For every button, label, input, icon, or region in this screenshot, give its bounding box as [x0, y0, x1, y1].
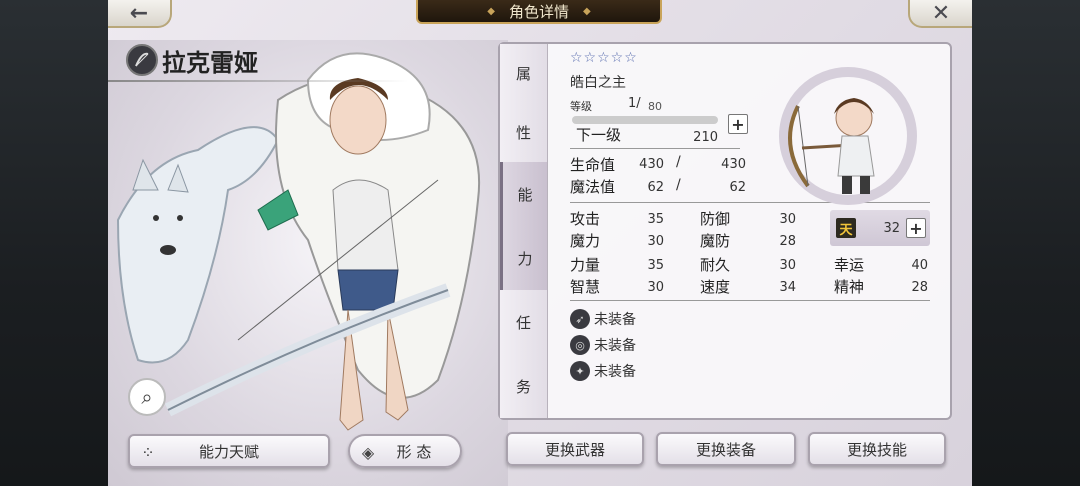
- divider: [570, 300, 930, 301]
- defense-label: 防御: [700, 210, 731, 228]
- form-crystal-icon: ◈: [361, 442, 375, 462]
- change-skill-button[interactable]: 更换技能: [808, 432, 946, 466]
- magnifier-icon: ⌕: [141, 385, 153, 409]
- tab-abilities-char-2: 力: [517, 249, 533, 268]
- tab-attributes-char-1: 属: [515, 65, 531, 83]
- change-equip-button[interactable]: 更换装备: [656, 432, 796, 466]
- heaven-plus-button[interactable]: +: [906, 218, 926, 238]
- endure-value: 30: [779, 258, 796, 273]
- attack-value: 35: [647, 212, 664, 227]
- level-up-plus-button[interactable]: +: [728, 114, 748, 134]
- spirit-label: 精神: [834, 278, 865, 296]
- left-backdrop: [0, 0, 108, 486]
- speed-value: 34: [779, 280, 796, 295]
- magic-label: 魔力: [570, 232, 601, 250]
- level-max: 80: [648, 100, 662, 113]
- str-value: 35: [647, 258, 664, 273]
- equip-slot-label: 未装备: [594, 338, 636, 354]
- equip-slot-gem[interactable]: ✦ 未装备: [570, 360, 636, 382]
- bow-class-icon: [126, 44, 158, 76]
- ornament-right-icon: ◆: [583, 5, 591, 17]
- hp-value: 430: [639, 157, 664, 172]
- bow-slot-icon: ➶: [570, 309, 590, 329]
- character-info-panel: 属 性 能 力 任 务 ☆☆☆☆☆ 皓白之主 等级 1/ 80 + 下一级 21…: [498, 42, 952, 420]
- str-label: 力量: [570, 256, 601, 274]
- talent-button[interactable]: ⁘ 能力天赋: [128, 434, 330, 468]
- equip-slot-weapon[interactable]: ➶ 未装备: [570, 308, 636, 330]
- zoom-button[interactable]: ⌕: [128, 378, 166, 416]
- mdef-label: 魔防: [700, 232, 731, 250]
- luck-label: 幸运: [834, 256, 865, 274]
- level-value: 1/: [628, 96, 641, 111]
- wis-label: 智慧: [570, 278, 601, 296]
- talent-button-label: 能力天赋: [198, 442, 259, 461]
- level-label: 等级: [570, 100, 592, 113]
- hp-label: 生命值: [570, 156, 616, 174]
- character-artwork: [108, 40, 508, 486]
- next-level-label: 下一级: [576, 126, 622, 144]
- back-arrow-icon: ←: [129, 0, 149, 26]
- attack-label: 攻击: [570, 210, 601, 228]
- plus-icon: +: [731, 114, 745, 134]
- page-title-bar: ◆ 角色详情 ◆: [416, 0, 662, 24]
- change-weapon-label: 更换武器: [544, 440, 605, 459]
- tab-attributes[interactable]: 属 性: [500, 44, 548, 162]
- character-name: 拉克雷娅: [162, 48, 258, 77]
- heroine-illustration: [257, 52, 481, 431]
- plus-icon: +: [909, 218, 923, 238]
- tab-missions-char-1: 任: [515, 313, 531, 332]
- tab-abilities-char-1: 能: [517, 185, 533, 204]
- form-button-label: 形 态: [396, 442, 432, 461]
- endure-label: 耐久: [700, 256, 731, 274]
- magic-value: 30: [647, 234, 664, 249]
- chibi-portrait: [758, 66, 938, 206]
- character-detail-screen: ← ◆ 角色详情 ◆ ✕ 拉克雷娅 ⌕ ⁘ 能力天赋 ◈ 形 态 属 性 能 力…: [108, 0, 972, 486]
- equip-slot-label: 未装备: [594, 312, 636, 328]
- heaven-value: 32: [883, 221, 900, 236]
- tab-attributes-char-2: 性: [515, 124, 531, 142]
- rarity-stars: ☆☆☆☆☆: [570, 50, 638, 66]
- gem-slot-icon: ✦: [570, 361, 590, 381]
- right-backdrop: [972, 0, 1080, 486]
- ring-slot-icon: ◎: [570, 335, 590, 355]
- equip-slot-accessory[interactable]: ◎ 未装备: [570, 334, 636, 356]
- name-divider: [108, 80, 408, 82]
- ornament-left-icon: ◆: [487, 5, 495, 17]
- mp-value: 62: [647, 180, 664, 195]
- tab-missions[interactable]: 任 务: [500, 290, 548, 418]
- close-icon: ✕: [931, 0, 951, 26]
- character-name-block: 拉克雷娅: [126, 42, 426, 78]
- back-button[interactable]: ←: [108, 0, 172, 28]
- close-button[interactable]: ✕: [908, 0, 972, 28]
- mp-slash: /: [676, 177, 681, 193]
- talent-grid-icon: ⁘: [141, 442, 155, 462]
- luck-value: 40: [911, 258, 928, 273]
- defense-value: 30: [779, 212, 796, 227]
- tab-missions-char-2: 务: [515, 377, 531, 396]
- page-title: 角色详情: [508, 2, 569, 21]
- vertical-tabs: 属 性 能 力 任 务: [500, 44, 548, 418]
- mdef-value: 28: [779, 234, 796, 249]
- character-epithet: 皓白之主: [570, 75, 626, 91]
- wis-value: 30: [647, 280, 664, 295]
- mp-label: 魔法值: [570, 178, 616, 196]
- change-weapon-button[interactable]: 更换武器: [506, 432, 644, 466]
- next-level-value: 210: [693, 130, 718, 145]
- level-current: 1: [628, 96, 637, 111]
- divider: [570, 148, 740, 149]
- spirit-value: 28: [911, 280, 928, 295]
- form-button[interactable]: ◈ 形 态: [348, 434, 462, 468]
- equip-slot-label: 未装备: [594, 364, 636, 380]
- change-equip-label: 更换装备: [695, 440, 756, 459]
- exp-bar: [572, 116, 718, 124]
- hp-max-value: 430: [721, 157, 746, 172]
- tab-abilities[interactable]: 能 力: [500, 162, 548, 290]
- speed-label: 速度: [700, 278, 731, 296]
- hp-slash: /: [676, 154, 681, 170]
- heaven-icon: 天: [836, 218, 856, 238]
- mp-max-value: 62: [729, 180, 746, 195]
- change-skill-label: 更换技能: [846, 440, 907, 459]
- heaven-stat-box: 天 32 +: [830, 210, 930, 246]
